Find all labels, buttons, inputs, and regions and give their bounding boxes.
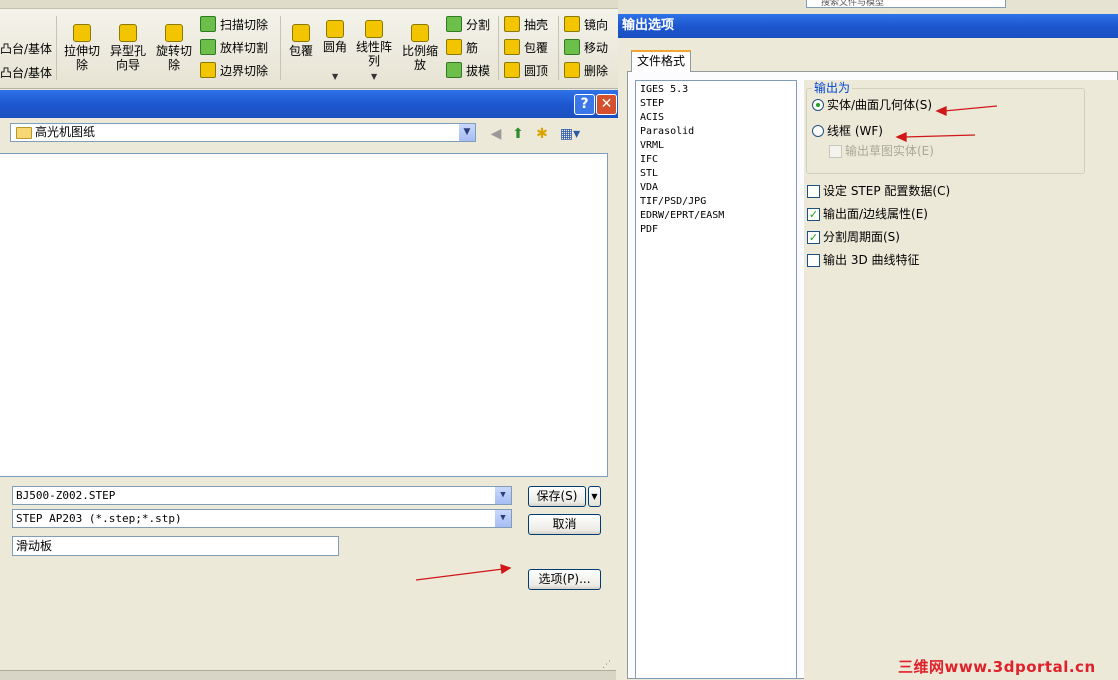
arrow-to-options-button xyxy=(415,568,504,581)
arrow-head-icon xyxy=(500,564,512,575)
arrow-to-wireframe-option xyxy=(903,134,976,138)
annotation-arrows xyxy=(415,105,998,581)
watermark: 三维网www.3dportal.cn xyxy=(898,658,1096,676)
arrow-head-icon xyxy=(935,105,947,117)
arrow-to-solid-option xyxy=(943,105,998,112)
arrow-head-icon xyxy=(895,131,907,143)
